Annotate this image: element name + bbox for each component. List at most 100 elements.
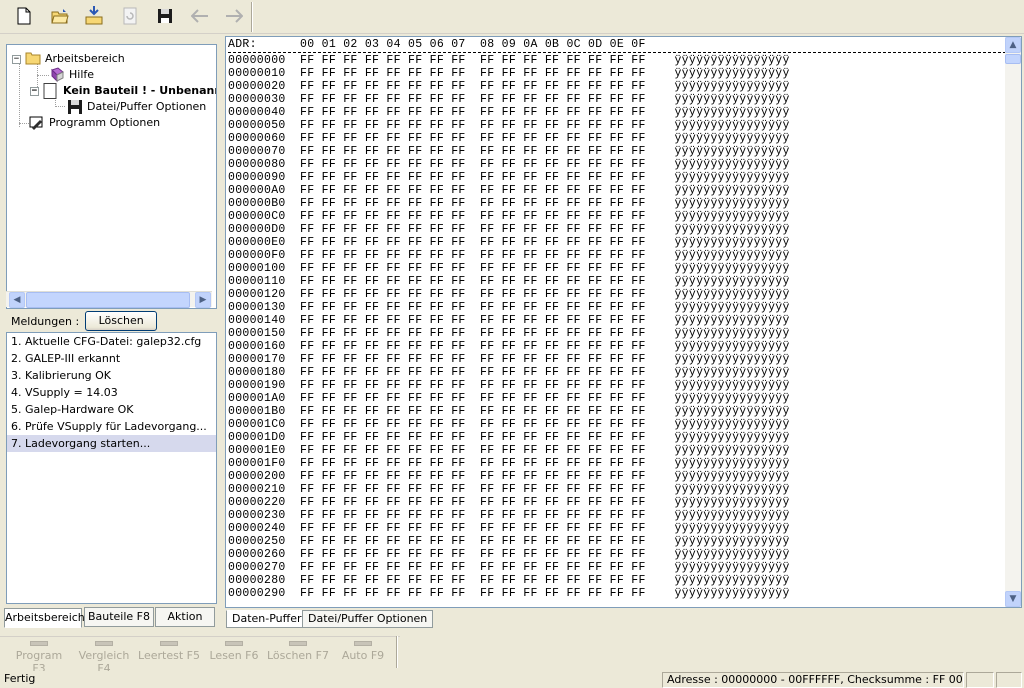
open-folder-icon[interactable] — [48, 4, 72, 28]
tab-components[interactable]: Bauteile F8 — [84, 607, 154, 627]
hex-row[interactable]: 000000E0 FF FF FF FF FF FF FF FF FF FF F… — [228, 236, 1006, 249]
hex-row[interactable]: 00000060 FF FF FF FF FF FF FF FF FF FF F… — [228, 132, 1006, 145]
hex-row[interactable]: 00000010 FF FF FF FF FF FF FF FF FF FF F… — [228, 67, 1006, 80]
hex-row[interactable]: 00000050 FF FF FF FF FF FF FF FF FF FF F… — [228, 119, 1006, 132]
hex-row[interactable]: 00000250 FF FF FF FF FF FF FF FF FF FF F… — [228, 535, 1006, 548]
hex-row[interactable]: 00000200 FF FF FF FF FF FF FF FF FF FF F… — [228, 470, 1006, 483]
tree-item-help[interactable]: Hilfe — [49, 67, 94, 83]
messages-header: Meldungen : Löschen — [6, 310, 217, 332]
tree-item-label: Kein Bauteil ! - Unbenannt — [63, 84, 217, 97]
toolbar — [0, 0, 1024, 34]
collapse-icon[interactable]: − — [30, 86, 39, 96]
action-bar: Program F3 Vergleich F4 Leertest F5 Lese… — [0, 636, 400, 675]
hex-row[interactable]: 000000F0 FF FF FF FF FF FF FF FF FF FF F… — [228, 249, 1006, 262]
blank-check-button[interactable]: Leertest F5 — [138, 641, 200, 671]
hex-row[interactable]: 00000160 FF FF FF FF FF FF FF FF FF FF F… — [228, 340, 1006, 353]
tree-item-label: Programm Optionen — [49, 116, 161, 129]
folder-icon — [25, 51, 41, 67]
tree-item-workspace[interactable]: − Arbeitsbereich — [12, 51, 125, 67]
message-item[interactable]: 6. Prüfe VSupply für Ladevorgang... — [7, 418, 216, 435]
help-book-icon — [49, 67, 65, 83]
read-button[interactable]: Lesen F6 — [206, 641, 262, 671]
scroll-left-icon[interactable]: ◀ — [9, 292, 25, 308]
hex-row[interactable]: 000001C0 FF FF FF FF FF FF FF FF FF FF F… — [228, 418, 1006, 431]
hex-row[interactable]: 00000080 FF FF FF FF FF FF FF FF FF FF F… — [228, 158, 1006, 171]
hex-row[interactable]: 00000000 FF FF FF FF FF FF FF FF FF FF F… — [228, 54, 1006, 67]
tab-buffer-options[interactable]: Datei/Puffer Optionen — [302, 610, 434, 628]
hex-data-buffer[interactable]: ADR: 00 01 02 03 04 05 06 07 08 09 0A 0B… — [225, 36, 1022, 608]
hex-row[interactable]: 00000220 FF FF FF FF FF FF FF FF FF FF F… — [228, 496, 1006, 509]
message-item[interactable]: 7. Ladevorgang starten... — [7, 435, 216, 452]
action-label: Lesen F6 — [209, 649, 259, 662]
hex-row[interactable]: 00000120 FF FF FF FF FF FF FF FF FF FF F… — [228, 288, 1006, 301]
new-file-icon[interactable] — [12, 4, 36, 28]
scroll-right-icon[interactable]: ▶ — [195, 292, 211, 308]
hex-row[interactable]: 000000D0 FF FF FF FF FF FF FF FF FF FF F… — [228, 223, 1006, 236]
hex-row[interactable]: 00000140 FF FF FF FF FF FF FF FF FF FF F… — [228, 314, 1006, 327]
hex-row[interactable]: 000001E0 FF FF FF FF FF FF FF FF FF FF F… — [228, 444, 1006, 457]
toolbar-separator — [251, 2, 253, 32]
hex-row[interactable]: 000000C0 FF FF FF FF FF FF FF FF FF FF F… — [228, 210, 1006, 223]
tab-data-buffer[interactable]: Daten-Puffer — [226, 610, 308, 628]
hex-row[interactable]: 00000170 FF FF FF FF FF FF FF FF FF FF F… — [228, 353, 1006, 366]
tree-horizontal-scrollbar[interactable]: ◀ ▶ — [6, 291, 212, 308]
scroll-up-icon[interactable]: ▲ — [1005, 37, 1021, 53]
workspace-tree: − Arbeitsbereich Hilfe − Kein Bauteil ! … — [6, 44, 217, 309]
hex-row[interactable]: 000001A0 FF FF FF FF FF FF FF FF FF FF F… — [228, 392, 1006, 405]
action-label: Löschen F7 — [267, 649, 329, 662]
hex-row[interactable]: 00000290 FF FF FF FF FF FF FF FF FF FF F… — [228, 587, 1006, 600]
download-icon[interactable] — [82, 4, 106, 28]
hex-row[interactable]: 00000090 FF FF FF FF FF FF FF FF FF FF F… — [228, 171, 1006, 184]
tree-item-device[interactable]: − Kein Bauteil ! - Unbenannt — [30, 83, 217, 99]
reload-icon[interactable] — [118, 4, 142, 28]
blank-check-icon — [160, 641, 178, 646]
hex-row[interactable]: 00000070 FF FF FF FF FF FF FF FF FF FF F… — [228, 145, 1006, 158]
hex-row[interactable]: 000000A0 FF FF FF FF FF FF FF FF FF FF F… — [228, 184, 1006, 197]
tree-item-buffer-options[interactable]: Datei/Puffer Optionen — [67, 99, 206, 115]
tab-action[interactable]: Aktion — [155, 607, 215, 627]
erase-button[interactable]: Löschen F7 — [266, 641, 330, 671]
scroll-down-icon[interactable]: ▼ — [1005, 591, 1021, 607]
scrollbar-thumb[interactable] — [1005, 54, 1021, 64]
hex-content: ADR: 00 01 02 03 04 05 06 07 08 09 0A 0B… — [228, 37, 1006, 600]
tree-item-label: Datei/Puffer Optionen — [87, 100, 207, 113]
save-icon[interactable] — [153, 4, 177, 28]
hex-row[interactable]: 00000100 FF FF FF FF FF FF FF FF FF FF F… — [228, 262, 1006, 275]
hex-vertical-scrollbar[interactable]: ▲ ▼ — [1005, 37, 1021, 607]
message-item[interactable]: 2. GALEP-III erkannt — [7, 350, 216, 367]
hex-row[interactable]: 000001F0 FF FF FF FF FF FF FF FF FF FF F… — [228, 457, 1006, 470]
hex-row[interactable]: 00000270 FF FF FF FF FF FF FF FF FF FF F… — [228, 561, 1006, 574]
hex-row[interactable]: 000000B0 FF FF FF FF FF FF FF FF FF FF F… — [228, 197, 1006, 210]
hex-row[interactable]: 00000260 FF FF FF FF FF FF FF FF FF FF F… — [228, 548, 1006, 561]
back-arrow-icon[interactable] — [188, 4, 212, 28]
collapse-icon[interactable]: − — [12, 54, 21, 64]
forward-arrow-icon[interactable] — [222, 4, 246, 28]
hex-row[interactable]: 00000180 FF FF FF FF FF FF FF FF FF FF F… — [228, 366, 1006, 379]
message-item[interactable]: 5. Galep-Hardware OK — [7, 401, 216, 418]
hex-row[interactable]: 00000280 FF FF FF FF FF FF FF FF FF FF F… — [228, 574, 1006, 587]
hex-row[interactable]: 00000210 FF FF FF FF FF FF FF FF FF FF F… — [228, 483, 1006, 496]
tab-workspace[interactable]: Arbeitsbereich — [4, 608, 85, 628]
scrollbar-thumb[interactable] — [26, 292, 190, 308]
message-item[interactable]: 1. Aktuelle CFG-Datei: galep32.cfg — [7, 333, 216, 350]
program-button[interactable]: Program F3 — [8, 641, 70, 675]
compare-button[interactable]: Vergleich F4 — [72, 641, 136, 675]
hex-row[interactable]: 00000190 FF FF FF FF FF FF FF FF FF FF F… — [228, 379, 1006, 392]
hex-row[interactable]: 000001B0 FF FF FF FF FF FF FF FF FF FF F… — [228, 405, 1006, 418]
tree-item-program-options[interactable]: Programm Optionen — [29, 115, 160, 131]
hex-row[interactable]: 00000110 FF FF FF FF FF FF FF FF FF FF F… — [228, 275, 1006, 288]
hex-row[interactable]: 00000240 FF FF FF FF FF FF FF FF FF FF F… — [228, 522, 1006, 535]
clear-messages-button[interactable]: Löschen — [85, 311, 158, 331]
hex-row[interactable]: 00000130 FF FF FF FF FF FF FF FF FF FF F… — [228, 301, 1006, 314]
hex-row[interactable]: 00000150 FF FF FF FF FF FF FF FF FF FF F… — [228, 327, 1006, 340]
message-item[interactable]: 4. VSupply = 14.03 — [7, 384, 216, 401]
hex-row[interactable]: 00000040 FF FF FF FF FF FF FF FF FF FF F… — [228, 106, 1006, 119]
tree-item-label: Hilfe — [69, 68, 95, 81]
auto-button[interactable]: Auto F9 — [336, 641, 390, 671]
hex-row[interactable]: 00000030 FF FF FF FF FF FF FF FF FF FF F… — [228, 93, 1006, 106]
status-bar: Fertig Adresse : 00000000 - 00FFFFFF, Ch… — [0, 671, 1024, 688]
hex-row[interactable]: 00000230 FF FF FF FF FF FF FF FF FF FF F… — [228, 509, 1006, 522]
hex-row[interactable]: 00000020 FF FF FF FF FF FF FF FF FF FF F… — [228, 80, 1006, 93]
message-item[interactable]: 3. Kalibrierung OK — [7, 367, 216, 384]
hex-row[interactable]: 000001D0 FF FF FF FF FF FF FF FF FF FF F… — [228, 431, 1006, 444]
